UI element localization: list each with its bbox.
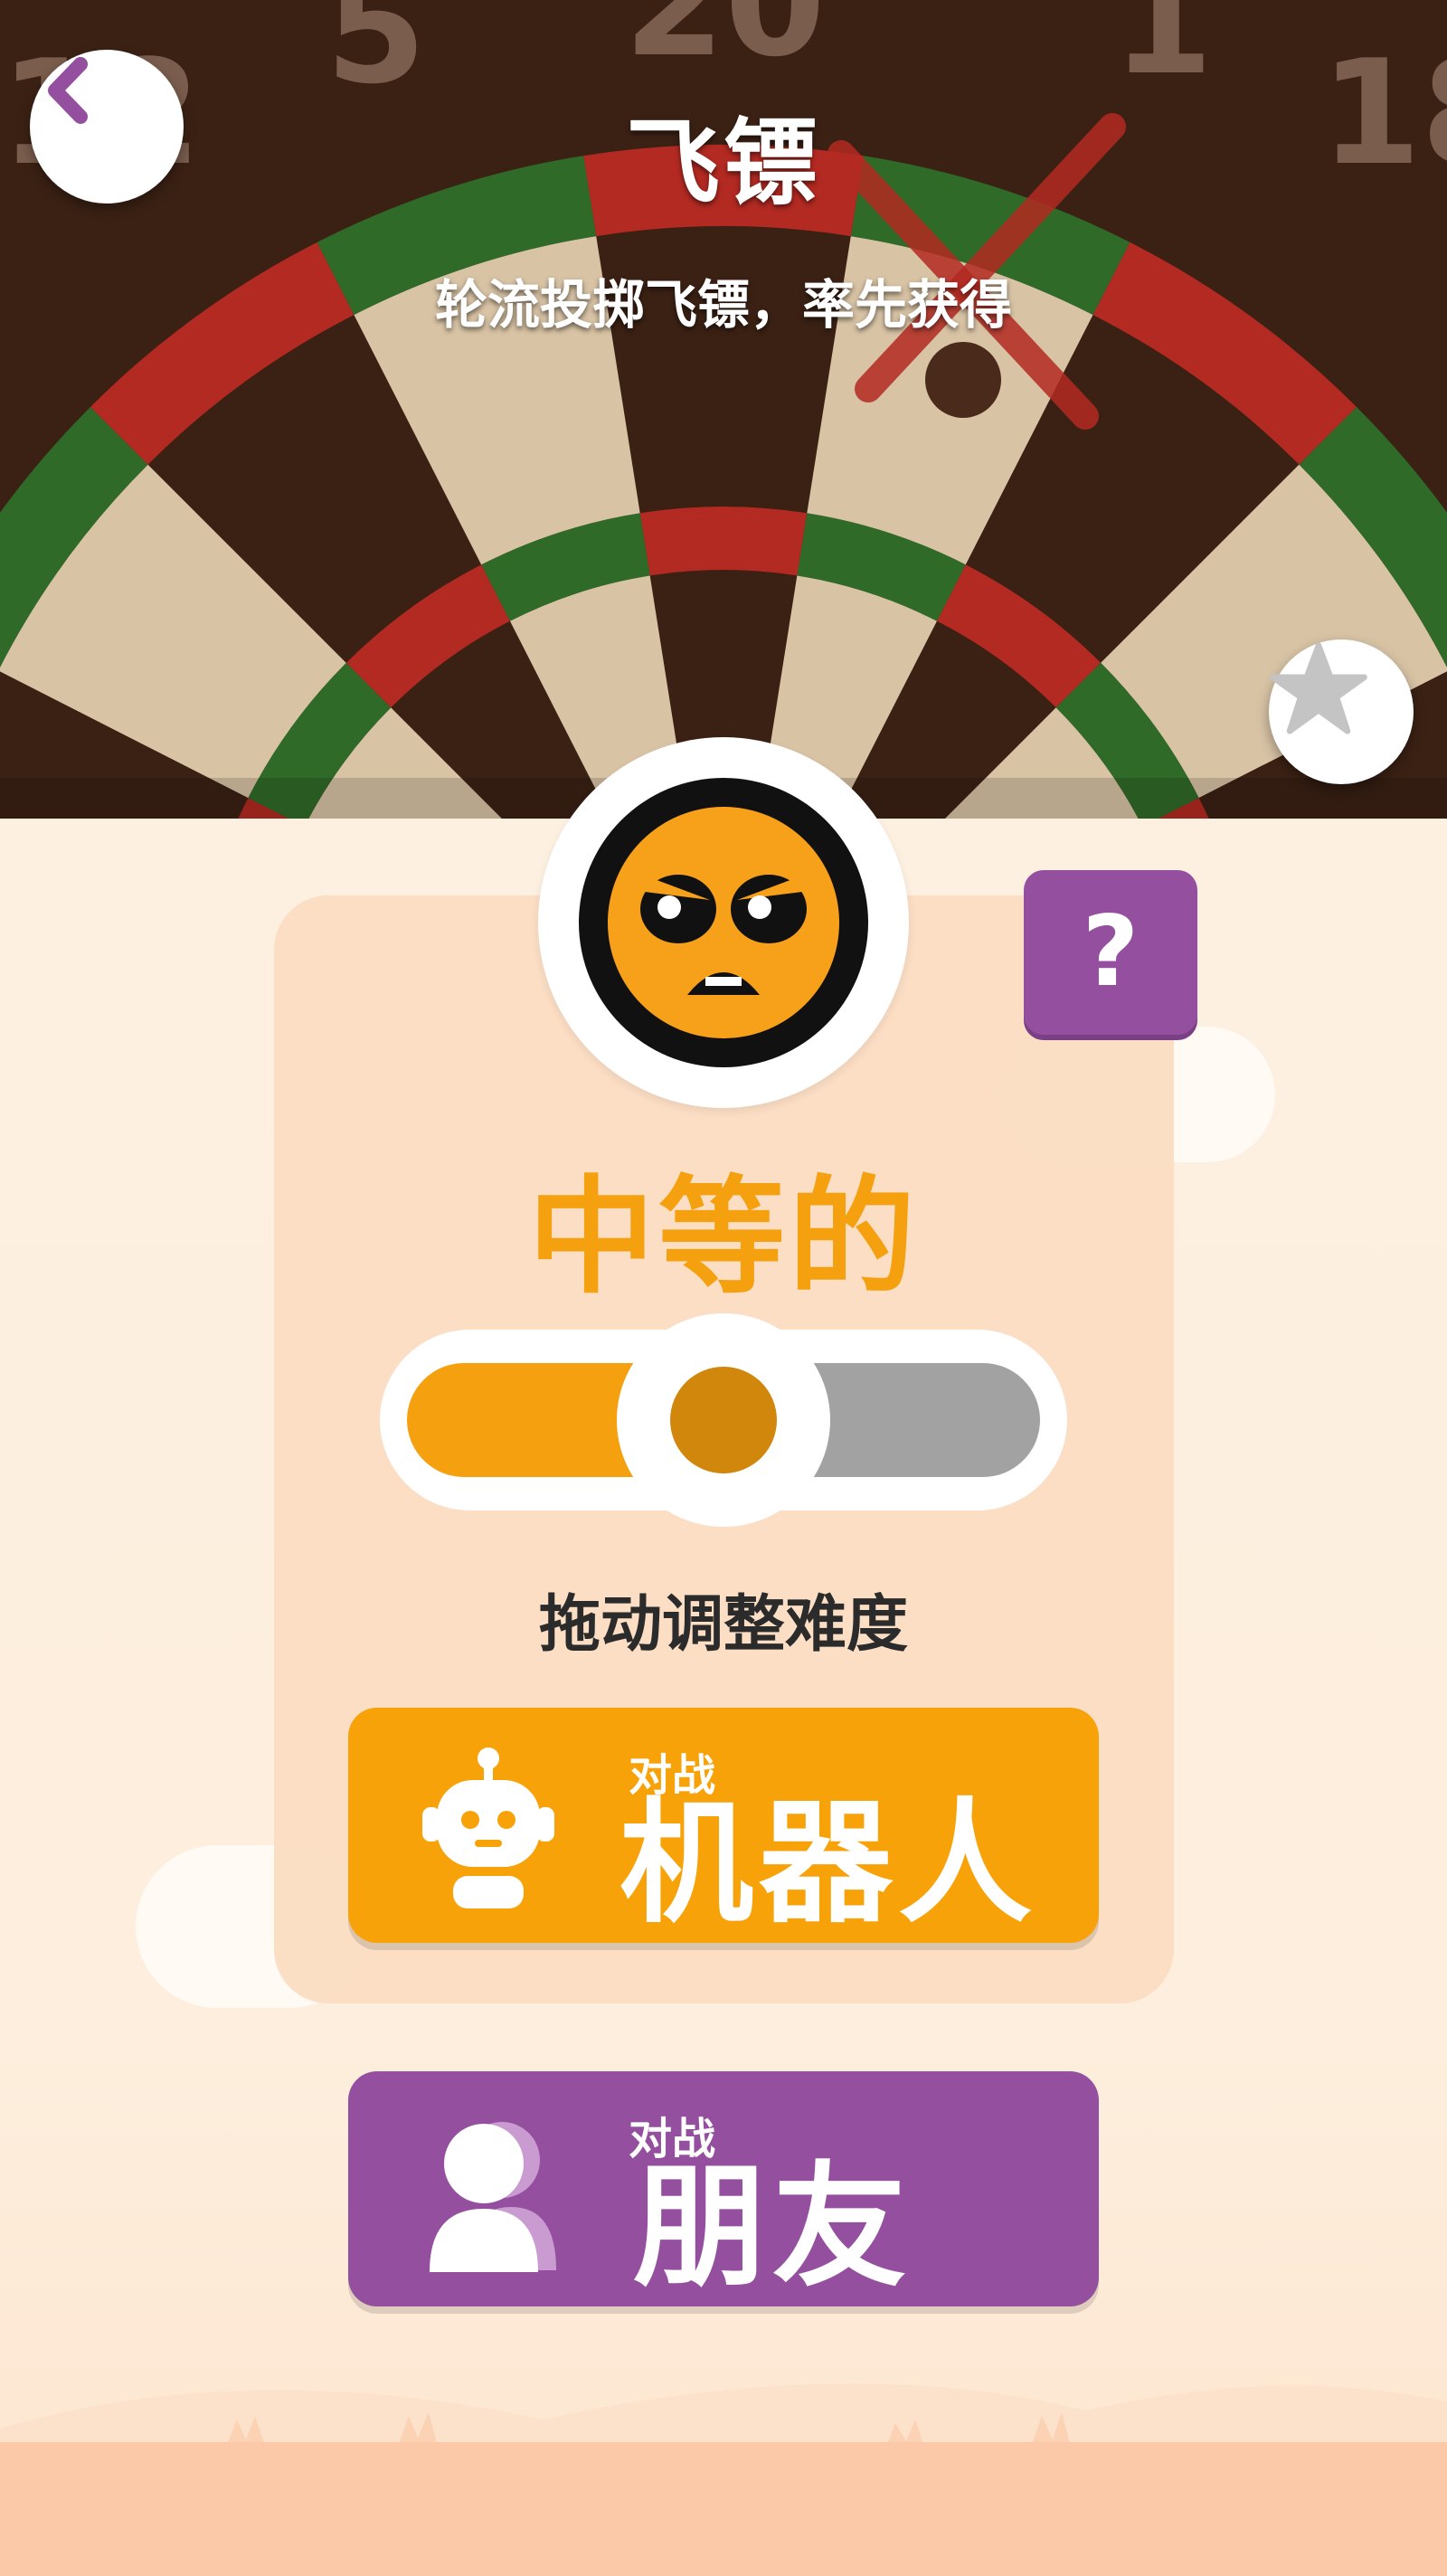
slider-hint: 拖动调整难度 (538, 1589, 908, 1661)
difficulty-label: 中等的 (527, 1164, 919, 1312)
opponent-avatar (538, 737, 909, 1108)
chevron-left-icon (48, 57, 88, 124)
friend-button-label: 朋友 (633, 2149, 912, 2305)
dart-tip-icon (925, 342, 1001, 418)
dartboard-header: 12520118 飞镖 轮流投掷飞镖，率先获得 (0, 0, 1447, 819)
bot-button-label: 机器人 (619, 1785, 1037, 1941)
robot-icon (422, 1747, 554, 1908)
slider-thumb[interactable] (617, 1313, 830, 1527)
play-bot-button[interactable]: 对战 机器人 (348, 1708, 1099, 1943)
slider-thumb-dot (670, 1367, 777, 1473)
person-icon (430, 2122, 556, 2272)
page-subtitle: 轮流投掷飞镖，率先获得 (434, 274, 1012, 336)
back-button[interactable] (30, 50, 184, 204)
ground-decoration (0, 2442, 1447, 2576)
page-title: 飞镖 (625, 108, 821, 218)
play-friend-button[interactable]: 对战 朋友 (348, 2071, 1099, 2306)
help-button[interactable]: ? (1024, 870, 1197, 1035)
favorite-button[interactable] (1269, 639, 1414, 784)
dart-double-ring (639, 506, 808, 576)
question-icon: ? (1082, 895, 1140, 1009)
star-icon (1270, 642, 1367, 734)
board-number: 20 (624, 0, 826, 89)
angry-face-icon (579, 778, 868, 1067)
difficulty-slider[interactable] (380, 1313, 1067, 1527)
